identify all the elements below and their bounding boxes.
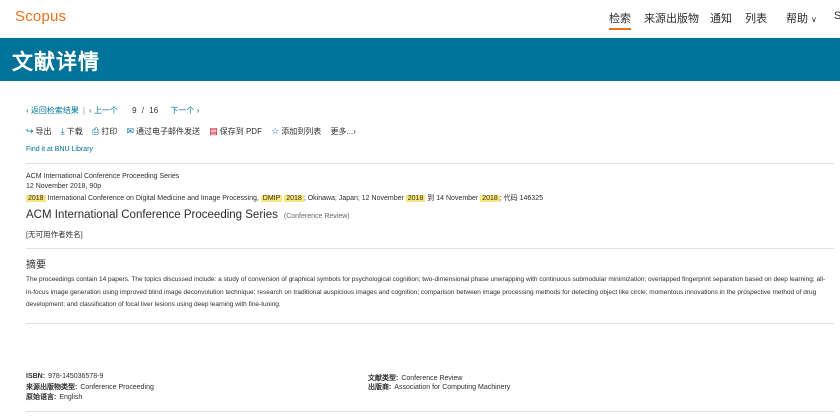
nav-help-label: 帮助 <box>786 13 808 25</box>
isbn-field: ISBN: 978-145036578-9 <box>26 373 104 380</box>
nav-sources[interactable]: 来源出版物 <box>644 10 699 26</box>
star-icon: ☆ <box>271 126 280 136</box>
save-pdf-button[interactable]: ▤ 保存到 PDF <box>209 126 262 137</box>
download-button[interactable]: ⤓ 下载 <box>61 126 83 137</box>
conference-end: 到 14 November <box>427 195 479 202</box>
language-field: 原始语言: English <box>26 394 83 401</box>
nav-help[interactable]: 帮助 ∨ <box>786 10 817 26</box>
result-pager: ‹ 返回检索结果 | ‹ 上一个 9 / 16 下一个 › <box>26 105 199 116</box>
back-to-results-link[interactable]: ‹ 返回检索结果 <box>26 106 79 115</box>
page-title: 文献详情 <box>12 51 100 74</box>
find-it-link[interactable]: Find it at BNU Library <box>26 146 93 153</box>
email-icon: ✉ <box>126 126 134 136</box>
export-icon: ↪ <box>26 126 34 136</box>
nav-lists[interactable]: 列表 <box>745 10 767 26</box>
next-result-link[interactable]: 下一个 › <box>170 106 199 115</box>
publisher-field: 出版商: Association for Computing Machinery <box>368 384 511 391</box>
print-button[interactable]: ⎙ 打印 <box>92 126 117 137</box>
chevron-down-icon: ∨ <box>811 15 817 24</box>
pdf-icon: ▤ <box>209 126 218 136</box>
highlight-year: 2018 <box>405 195 426 202</box>
nav-alerts[interactable]: 通知 <box>710 10 732 26</box>
document-toolbar: ↪ 导出 ⤓ 下载 ⎙ 打印 ✉ 通过电子邮件发送 ▤ 保存到 PDF ☆ 添加到列表 更多… <box>26 126 363 137</box>
abstract-text: The proceedings contain 14 papers. The t… <box>26 276 826 308</box>
highlight-year: 2018 <box>284 195 304 202</box>
document-type-badge: (Conference Review) <box>283 213 350 220</box>
source-series-link[interactable]: ACM International Conference Proceeding … <box>26 173 179 180</box>
scopus-logo[interactable]: Scopus <box>15 8 66 25</box>
highlight-year: 2018 <box>26 195 46 202</box>
divider <box>26 411 834 412</box>
source-date-pages: 12 November 2018, 90p <box>26 183 102 190</box>
top-navigation: Scopus 检索 来源出版物 通知 列表 帮助 ∨ S <box>0 0 840 38</box>
email-button[interactable]: ✉ 通过电子邮件发送 <box>126 126 200 137</box>
author-placeholder: [无可用作者姓名] <box>26 230 83 239</box>
nav-search[interactable]: 检索 <box>609 10 631 30</box>
print-icon: ⎙ <box>92 126 100 136</box>
add-to-list-button[interactable]: ☆ 添加到列表 <box>271 126 321 137</box>
conference-code: ; 代码 146325 <box>499 195 543 202</box>
divider <box>26 323 834 324</box>
chevron-right-icon: › <box>194 106 200 115</box>
download-icon: ⤓ <box>60 126 65 136</box>
current-index: 9 <box>132 106 137 115</box>
source-type-field: 来源出版物类型: Conference Proceeding <box>26 384 154 391</box>
page-banner: 文献详情 <box>0 38 840 81</box>
conference-name: International Conference on Digital Medi… <box>47 195 259 202</box>
abstract-heading: 摘要 <box>26 260 46 271</box>
more-button[interactable]: 更多...› <box>331 126 356 137</box>
highlight-acronym: DMIP <box>260 195 283 202</box>
highlight-year: 2018 <box>480 195 500 202</box>
chevron-right-icon: › <box>353 127 356 136</box>
nav-user[interactable]: S <box>834 10 840 22</box>
divider <box>26 163 834 164</box>
export-button[interactable]: ↪ 导出 <box>26 126 52 137</box>
divider: | <box>82 106 85 115</box>
total-count: 16 <box>149 106 159 115</box>
document-title: ACM International Conference Proceeding … <box>26 209 350 221</box>
conference-location: ; Okinawa; Japan; 12 November <box>303 195 404 202</box>
conference-info: 2018 International Conference on Digital… <box>26 193 543 203</box>
prev-result-link[interactable]: ‹ 上一个 <box>89 106 118 115</box>
pager-slash: / <box>141 106 145 115</box>
divider <box>26 248 834 249</box>
